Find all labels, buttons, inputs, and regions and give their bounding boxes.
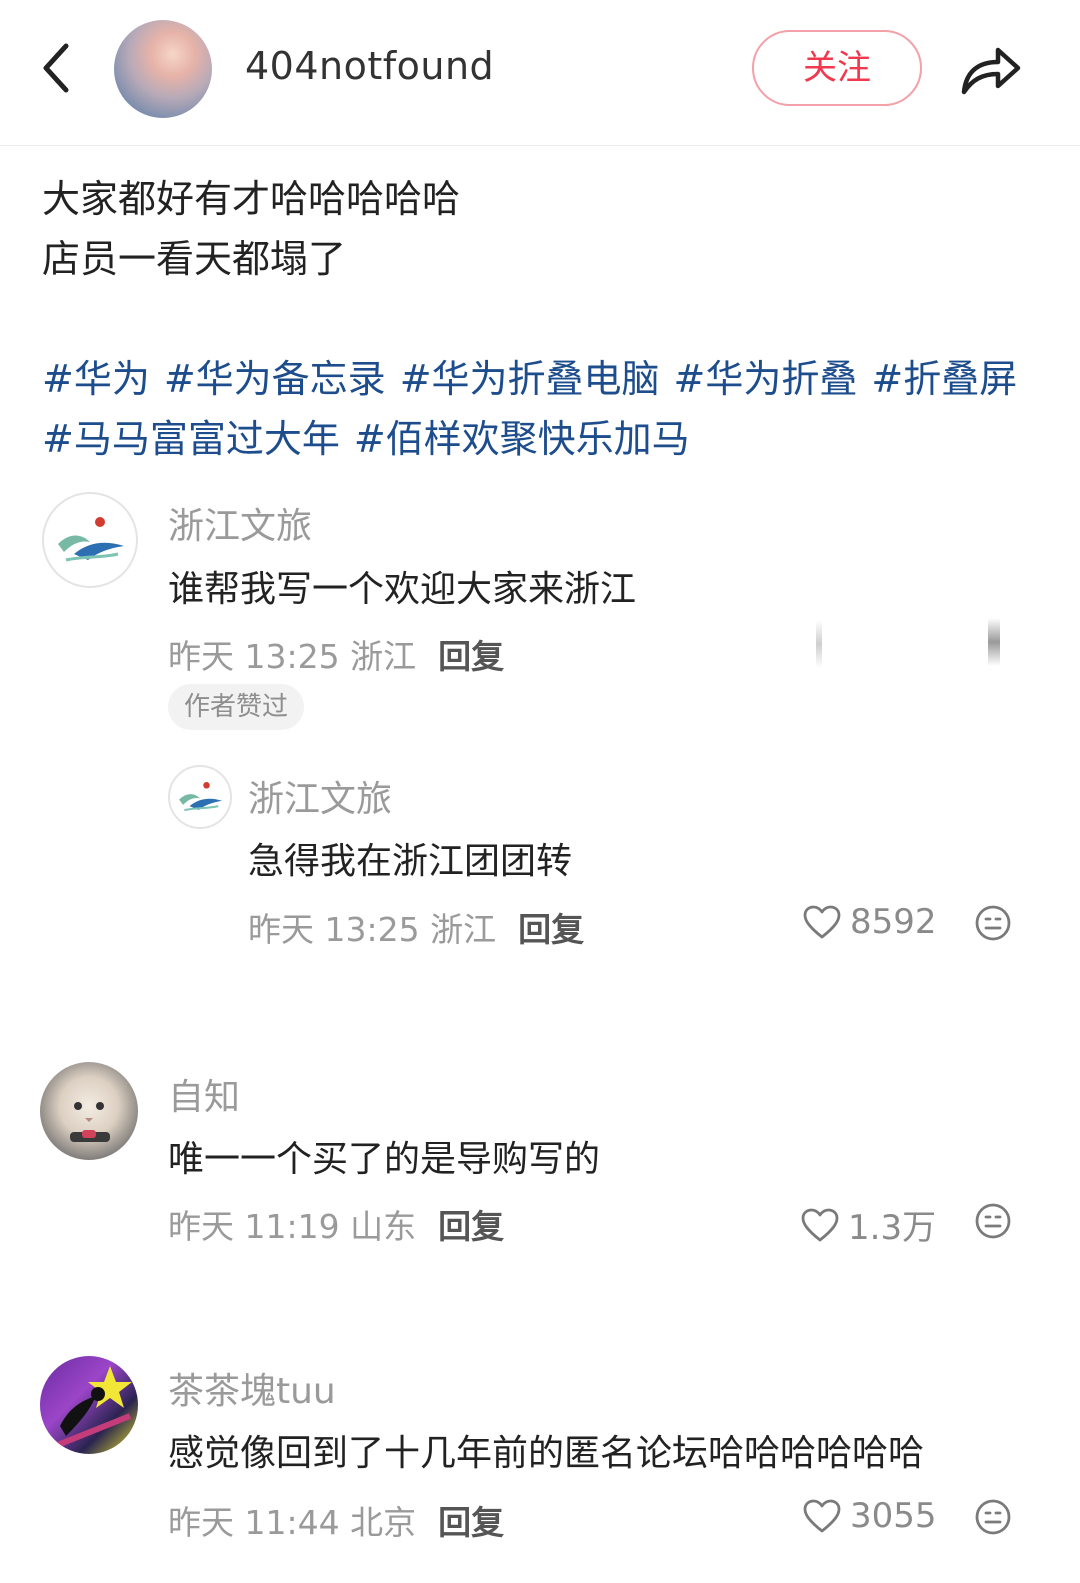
hashtag-row: #马马富富过大年 #佰样欢聚快乐加马 xyxy=(42,408,704,463)
commenter-avatar[interactable] xyxy=(168,765,232,829)
comment-meta: 昨天 11:19 山东 回复 xyxy=(168,1200,504,1248)
comment-text: 感觉像回到了十几年前的匿名论坛哈哈哈哈哈哈 xyxy=(168,1433,925,1474)
author-liked-badge: 作者赞过 xyxy=(168,684,305,730)
top-bar: 404notfound 关注 xyxy=(0,0,1080,146)
hashtag-link[interactable]: #华为备忘录 xyxy=(164,357,386,401)
comment-text: 急得我在浙江团团转 xyxy=(248,841,573,882)
like-button[interactable]: 3055 xyxy=(802,1496,937,1536)
heart-icon xyxy=(803,1499,841,1533)
back-arrow-icon[interactable] xyxy=(36,38,80,98)
comment-time-location: 昨天 11:19 山东 xyxy=(168,1207,417,1246)
hashtag-row: #华为 #华为备忘录 #华为折叠电脑 #华为折叠 #折叠屏 xyxy=(42,348,1017,403)
commenter-avatar[interactable] xyxy=(40,1062,138,1160)
comment-meta: 昨天 13:25 浙江 回复 xyxy=(168,630,504,678)
hashtag-link[interactable]: #佰样欢聚快乐加马 xyxy=(354,417,690,461)
reply-button[interactable]: 回复 xyxy=(438,637,504,676)
comment-time-location: 昨天 13:25 浙江 xyxy=(168,637,417,676)
hashtag-link[interactable]: #马马富富过大年 xyxy=(42,417,340,461)
reply-button[interactable]: 回复 xyxy=(518,910,584,949)
like-count: 1.3万 xyxy=(848,1208,937,1248)
commenter-avatar[interactable] xyxy=(40,1356,138,1454)
comment-text: 谁帮我写一个欢迎大家来浙江 xyxy=(168,569,637,610)
like-button[interactable]: 8592 xyxy=(802,902,937,942)
faded-divider xyxy=(816,620,822,668)
comment-meta: 昨天 11:44 北京 回复 xyxy=(168,1496,504,1544)
emoji-reaction-icon[interactable] xyxy=(974,1202,1012,1240)
post-text-line: 大家都好有才哈哈哈哈哈 xyxy=(42,177,461,221)
like-count: 8592 xyxy=(850,902,937,942)
commenter-avatar[interactable] xyxy=(42,492,138,588)
follow-button[interactable]: 关注 xyxy=(752,30,922,106)
hashtag-link[interactable]: #折叠屏 xyxy=(871,357,1017,401)
commenter-name[interactable]: 茶茶塊tuu xyxy=(168,1362,336,1414)
emoji-reaction-icon[interactable] xyxy=(974,1498,1012,1536)
faded-divider xyxy=(988,618,1000,666)
commenter-name[interactable]: 浙江文旅 xyxy=(248,770,392,822)
heart-icon xyxy=(803,905,841,939)
commenter-name[interactable]: 自知 xyxy=(168,1068,240,1120)
share-icon[interactable] xyxy=(958,38,1024,98)
heart-icon xyxy=(801,1208,839,1241)
author-name[interactable]: 404notfound xyxy=(245,44,494,88)
reply-button[interactable]: 回复 xyxy=(438,1503,504,1542)
hashtag-link[interactable]: #华为折叠电脑 xyxy=(400,357,660,401)
comment-time-location: 昨天 11:44 北京 xyxy=(168,1503,417,1542)
hashtag-link[interactable]: #华为 xyxy=(42,357,150,401)
post-text-line: 店员一看天都塌了 xyxy=(42,237,347,281)
comment-time-location: 昨天 13:25 浙江 xyxy=(248,910,497,949)
emoji-reaction-icon[interactable] xyxy=(974,904,1012,942)
hashtag-link[interactable]: #华为折叠 xyxy=(674,357,858,401)
comment-text: 唯一一个买了的是导购写的 xyxy=(168,1139,601,1180)
reply-button[interactable]: 回复 xyxy=(438,1207,504,1246)
like-button[interactable]: 1.3万 xyxy=(800,1200,936,1249)
comment-meta: 昨天 13:25 浙江 回复 xyxy=(248,903,584,951)
commenter-name[interactable]: 浙江文旅 xyxy=(168,497,312,549)
author-avatar[interactable] xyxy=(114,20,212,118)
like-count: 3055 xyxy=(850,1496,937,1536)
